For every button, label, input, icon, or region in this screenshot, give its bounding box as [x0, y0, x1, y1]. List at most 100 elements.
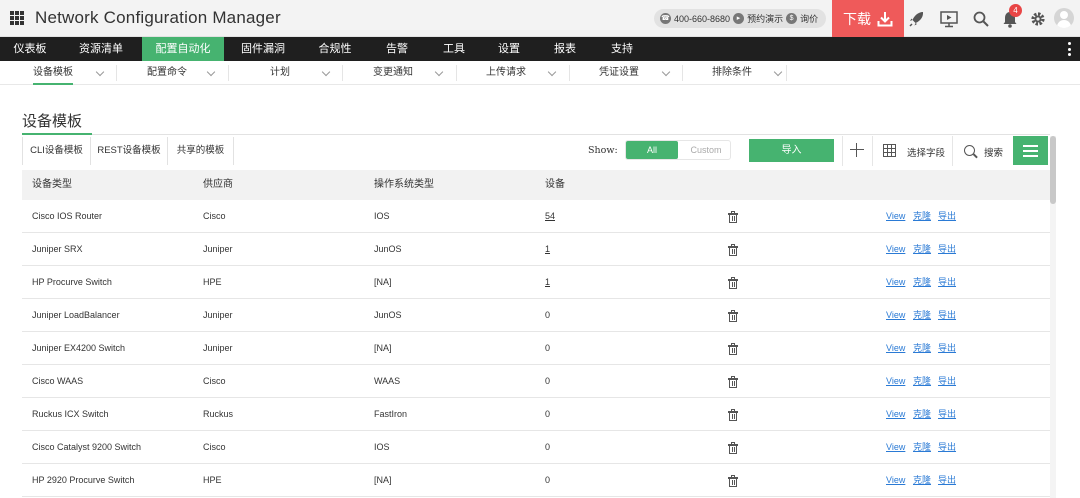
chevron-down-icon[interactable] — [434, 67, 444, 77]
gear-icon[interactable] — [1028, 9, 1048, 29]
column-header-device-type[interactable]: 设备类型 — [32, 170, 72, 200]
clone-link[interactable]: 克隆 — [913, 266, 931, 299]
view-link[interactable]: View — [886, 332, 905, 365]
tab-cli-templates[interactable]: CLI设备模板 — [22, 137, 91, 165]
export-link[interactable]: 导出 — [938, 398, 956, 431]
trash-icon[interactable] — [728, 343, 738, 355]
trash-icon[interactable] — [728, 442, 738, 454]
export-link[interactable]: 导出 — [938, 431, 956, 464]
avatar[interactable] — [1054, 8, 1074, 28]
rocket-icon[interactable] — [907, 9, 927, 29]
subnav-item-credential-settings[interactable]: 凭证设置 — [599, 61, 639, 85]
column-header-vendor[interactable]: 供应商 — [203, 170, 233, 200]
clone-link[interactable]: 克隆 — [913, 431, 931, 464]
nav-item-config-automation[interactable]: 配置自动化 — [142, 37, 224, 61]
show-all-option[interactable]: All — [626, 141, 678, 159]
show-label: Show: — [588, 145, 618, 156]
clone-link[interactable]: 克隆 — [913, 398, 931, 431]
view-link[interactable]: View — [886, 266, 905, 299]
subnav-item-exclusion-criteria[interactable]: 排除条件 — [712, 61, 752, 85]
nav-item-reports[interactable]: 报表 — [536, 37, 594, 61]
cell-device-count[interactable]: 54 — [545, 200, 555, 233]
add-icon[interactable] — [850, 143, 864, 157]
demo-icon: ▸ — [733, 13, 745, 24]
cell-device-type: HP Procurve Switch — [32, 277, 112, 287]
download-button[interactable]: 下载 — [832, 0, 904, 37]
view-link[interactable]: View — [886, 233, 905, 266]
view-link[interactable]: View — [886, 200, 905, 233]
export-link[interactable]: 导出 — [938, 464, 956, 497]
import-button[interactable]: 导入 — [749, 139, 834, 162]
demo-link[interactable]: 预约演示 — [747, 12, 783, 25]
select-fields-button[interactable]: 选择字段 — [907, 145, 945, 159]
trash-icon[interactable] — [728, 244, 738, 256]
trash-icon[interactable] — [728, 409, 738, 421]
tab-rest-templates[interactable]: REST设备模板 — [91, 137, 168, 165]
clone-link[interactable]: 克隆 — [913, 332, 931, 365]
cell-vendor: HPE — [203, 475, 222, 485]
nav-item-firmware[interactable]: 固件漏洞 — [224, 37, 302, 61]
more-menu-icon[interactable] — [1068, 42, 1072, 56]
view-link[interactable]: View — [886, 431, 905, 464]
clone-link[interactable]: 克隆 — [913, 299, 931, 332]
quote-icon: $ — [786, 13, 798, 24]
chevron-down-icon[interactable] — [95, 67, 105, 77]
clone-link[interactable]: 克隆 — [913, 464, 931, 497]
subnav-item-device-templates[interactable]: 设备模板 — [33, 61, 73, 85]
subnav-divider — [569, 65, 570, 81]
cell-device-count: 0 — [545, 475, 551, 485]
export-link[interactable]: 导出 — [938, 365, 956, 398]
search-header-icon[interactable] — [971, 9, 991, 29]
columns-grid-icon[interactable] — [883, 144, 896, 157]
chevron-down-icon[interactable] — [547, 67, 557, 77]
subnav-item-schedule[interactable]: 计划 — [270, 61, 290, 85]
trash-icon[interactable] — [728, 310, 738, 322]
export-link[interactable]: 导出 — [938, 332, 956, 365]
tab-shared-templates[interactable]: 共享的模板 — [168, 137, 234, 165]
export-link[interactable]: 导出 — [938, 299, 956, 332]
view-link[interactable]: View — [886, 464, 905, 497]
chevron-down-icon[interactable] — [206, 67, 216, 77]
apps-grid-icon[interactable] — [10, 11, 24, 25]
clone-link[interactable]: 克隆 — [913, 365, 931, 398]
hamburger-menu-button[interactable] — [1013, 136, 1048, 165]
column-header-devices[interactable]: 设备 — [545, 170, 565, 200]
nav-item-alarms[interactable]: 告警 — [368, 37, 426, 61]
nav-item-support[interactable]: 支持 — [594, 37, 650, 61]
subnav-item-change-notification[interactable]: 变更通知 — [373, 61, 413, 85]
show-filter-toggle[interactable]: All Custom — [625, 140, 731, 160]
search-icon[interactable] — [964, 145, 975, 156]
cell-device-count[interactable]: 1 — [545, 233, 550, 266]
cell-device-count[interactable]: 1 — [545, 266, 550, 299]
table-row: Ruckus ICX Switch Ruckus FastIron 0 View 克隆 导出 — [22, 398, 1050, 431]
view-link[interactable]: View — [886, 398, 905, 431]
view-link[interactable]: View — [886, 299, 905, 332]
export-link[interactable]: 导出 — [938, 200, 956, 233]
search-button[interactable]: 搜索 — [984, 145, 1003, 159]
column-header-os-type[interactable]: 操作系统类型 — [374, 170, 434, 200]
trash-icon[interactable] — [728, 475, 738, 487]
nav-item-dashboard[interactable]: 仪表板 — [0, 37, 60, 61]
show-custom-option[interactable]: Custom — [682, 141, 730, 159]
export-link[interactable]: 导出 — [938, 266, 956, 299]
trash-icon[interactable] — [728, 376, 738, 388]
export-link[interactable]: 导出 — [938, 233, 956, 266]
chevron-down-icon[interactable] — [661, 67, 671, 77]
trash-icon[interactable] — [728, 211, 738, 223]
clone-link[interactable]: 克隆 — [913, 233, 931, 266]
nav-item-inventory[interactable]: 资源清单 — [60, 37, 142, 61]
nav-item-tools[interactable]: 工具 — [426, 37, 482, 61]
quote-link[interactable]: 询价 — [800, 12, 818, 25]
subnav-item-config-commands[interactable]: 配置命令 — [147, 61, 187, 85]
subnav-item-upload-requests[interactable]: 上传请求 — [486, 61, 526, 85]
scrollbar-thumb[interactable] — [1050, 136, 1056, 204]
chevron-down-icon[interactable] — [321, 67, 331, 77]
cell-device-count: 0 — [545, 310, 551, 320]
view-link[interactable]: View — [886, 365, 905, 398]
presentation-icon[interactable] — [939, 9, 959, 29]
nav-item-settings[interactable]: 设置 — [482, 37, 536, 61]
trash-icon[interactable] — [728, 277, 738, 289]
chevron-down-icon[interactable] — [773, 67, 783, 77]
clone-link[interactable]: 克隆 — [913, 200, 931, 233]
nav-item-compliance[interactable]: 合规性 — [302, 37, 368, 61]
